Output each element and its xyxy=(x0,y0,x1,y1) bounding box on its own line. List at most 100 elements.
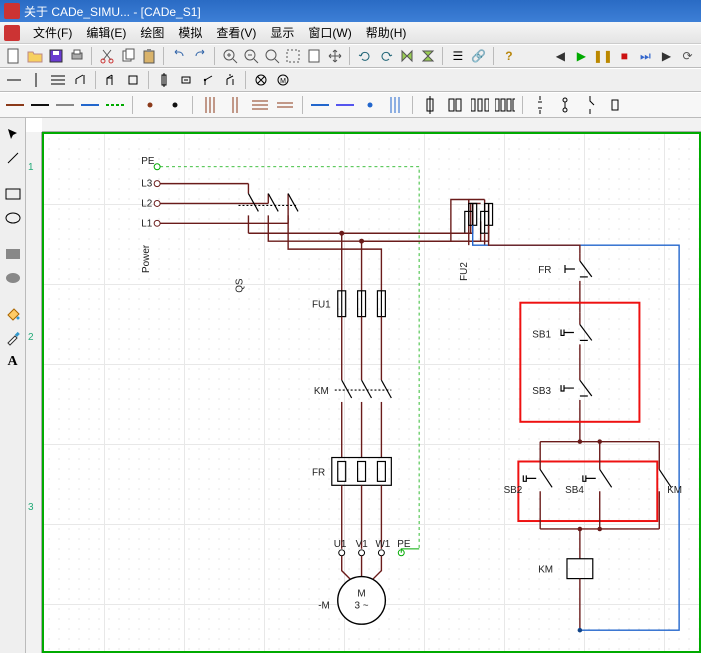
zoom-area-icon[interactable] xyxy=(283,46,302,66)
zoom-page-icon[interactable] xyxy=(304,46,323,66)
svg-text:M: M xyxy=(280,78,286,85)
label-sb1: SB1 xyxy=(532,329,551,340)
coil-icon[interactable] xyxy=(123,70,143,90)
wire-black-icon[interactable] xyxy=(29,94,51,116)
zoom-fit-icon[interactable] xyxy=(262,46,281,66)
wire-lightblue-icon[interactable] xyxy=(334,94,356,116)
label-power: Power xyxy=(141,244,152,273)
phase2-brown-icon[interactable] xyxy=(224,94,246,116)
label-km-main: KM xyxy=(314,386,329,397)
drawing-canvas[interactable]: PE L3 L2 L1 Power xyxy=(42,132,701,653)
copy-icon[interactable] xyxy=(118,46,137,66)
menu-window[interactable]: 窗口(W) xyxy=(301,22,358,43)
rect-tool-icon[interactable] xyxy=(3,184,23,204)
canvas-wrap: 1 2 3 PE L3 L2 L1 Power xyxy=(26,118,701,653)
rotate-ccw-icon[interactable] xyxy=(376,46,395,66)
wire-gray-icon[interactable] xyxy=(54,94,76,116)
cut-icon[interactable] xyxy=(97,46,116,66)
fillellipse-tool-icon[interactable] xyxy=(3,268,23,288)
label-motor-sub: 3 ~ xyxy=(355,600,369,611)
disconnect2-icon[interactable] xyxy=(554,94,576,116)
menu-view[interactable]: 查看(V) xyxy=(209,22,263,43)
km-aux-contact xyxy=(659,469,671,529)
redo-icon[interactable] xyxy=(190,46,209,66)
pan-icon[interactable] xyxy=(325,46,344,66)
ellipse-tool-icon[interactable] xyxy=(3,208,23,228)
menu-help[interactable]: 帮助(H) xyxy=(359,22,414,43)
sim-prev-icon[interactable]: ◀ xyxy=(551,46,570,66)
wire-blue-icon[interactable] xyxy=(79,94,101,116)
cable-3-icon[interactable] xyxy=(48,70,68,90)
menu-edit[interactable]: 编辑(E) xyxy=(79,22,133,43)
save-icon[interactable] xyxy=(46,46,65,66)
phase2h-brown-icon[interactable] xyxy=(274,94,296,116)
undo-icon[interactable] xyxy=(169,46,188,66)
paste-icon[interactable] xyxy=(139,46,158,66)
menu-sim[interactable]: 模拟 xyxy=(171,22,209,43)
sim-pause-icon[interactable]: ❚❚ xyxy=(593,46,613,66)
fuse4-icon[interactable] xyxy=(494,94,516,116)
push-btn-icon[interactable] xyxy=(220,70,240,90)
help-icon[interactable]: ? xyxy=(499,46,518,66)
fuse3-icon[interactable] xyxy=(469,94,491,116)
label-l2: L2 xyxy=(141,198,153,209)
menu-draw[interactable]: 绘图 xyxy=(133,22,171,43)
text-tool-icon[interactable]: A xyxy=(3,352,23,372)
sim-play-icon[interactable]: ▶ xyxy=(572,46,591,66)
disconnect4-icon[interactable] xyxy=(604,94,626,116)
zoom-out-icon[interactable] xyxy=(241,46,260,66)
eyedropper-tool-icon[interactable] xyxy=(3,328,23,348)
fillrect-tool-icon[interactable] xyxy=(3,244,23,264)
node-brown-icon[interactable] xyxy=(139,94,161,116)
line-tool-icon[interactable] xyxy=(3,148,23,168)
prop-icon[interactable]: ☰ xyxy=(448,46,467,66)
fuse2-icon[interactable] xyxy=(444,94,466,116)
nc-contact-icon[interactable] xyxy=(101,70,121,90)
sim-next-frame-icon[interactable]: ▶ xyxy=(657,46,676,66)
label-pe: PE xyxy=(141,156,155,167)
rotate-cw-icon[interactable] xyxy=(355,46,374,66)
label-qs: QS xyxy=(234,278,245,293)
overload-icon[interactable] xyxy=(176,70,196,90)
print-icon[interactable] xyxy=(67,46,86,66)
lamp-icon[interactable] xyxy=(251,70,271,90)
ruler-mark: 2 xyxy=(28,332,34,343)
phase3h-brown-icon[interactable] xyxy=(249,94,271,116)
no-contact-icon[interactable] xyxy=(70,70,90,90)
node-black-icon[interactable] xyxy=(164,94,186,116)
bucket-tool-icon[interactable] xyxy=(3,304,23,324)
motor-icon[interactable]: M xyxy=(273,70,293,90)
menu-display[interactable]: 显示 xyxy=(263,22,301,43)
fuse-icon[interactable] xyxy=(154,70,174,90)
zoom-in-icon[interactable] xyxy=(220,46,239,66)
side-tool-palette: A xyxy=(0,118,26,653)
flip-h-icon[interactable] xyxy=(397,46,416,66)
sim-step-icon[interactable]: ⏭ xyxy=(636,46,655,66)
node-blue-icon[interactable] xyxy=(359,94,381,116)
label-fr-main: FR xyxy=(312,467,325,478)
disconnect3-icon[interactable] xyxy=(579,94,601,116)
switch-icon[interactable] xyxy=(198,70,218,90)
fu1-fuse xyxy=(338,291,386,317)
wire-green-dash-icon[interactable] xyxy=(104,94,126,116)
wire-blue2-icon[interactable] xyxy=(309,94,331,116)
new-file-icon[interactable] xyxy=(4,46,23,66)
link-icon[interactable]: 🔗 xyxy=(469,46,488,66)
workspace: A 1 2 3 PE L3 L2 L1 Power xyxy=(0,118,701,653)
cable-v-icon[interactable] xyxy=(26,70,46,90)
label-sb4: SB4 xyxy=(565,485,584,496)
phase3-blue-icon[interactable] xyxy=(384,94,406,116)
pointer-tool-icon[interactable] xyxy=(3,124,23,144)
disconnect1-icon[interactable] xyxy=(529,94,551,116)
label-v1: V1 xyxy=(356,539,369,550)
sim-stop-icon[interactable]: ■ xyxy=(615,46,634,66)
wire-brown-icon[interactable] xyxy=(4,94,26,116)
label-fr-ctrl: FR xyxy=(538,265,551,276)
sim-loop-icon[interactable]: ⟳ xyxy=(678,46,697,66)
menu-file[interactable]: 文件(F) xyxy=(26,22,79,43)
phase3-brown-icon[interactable] xyxy=(199,94,221,116)
flip-v-icon[interactable] xyxy=(418,46,437,66)
open-file-icon[interactable] xyxy=(25,46,44,66)
cable-h-icon[interactable] xyxy=(4,70,24,90)
fuse1-icon[interactable] xyxy=(419,94,441,116)
